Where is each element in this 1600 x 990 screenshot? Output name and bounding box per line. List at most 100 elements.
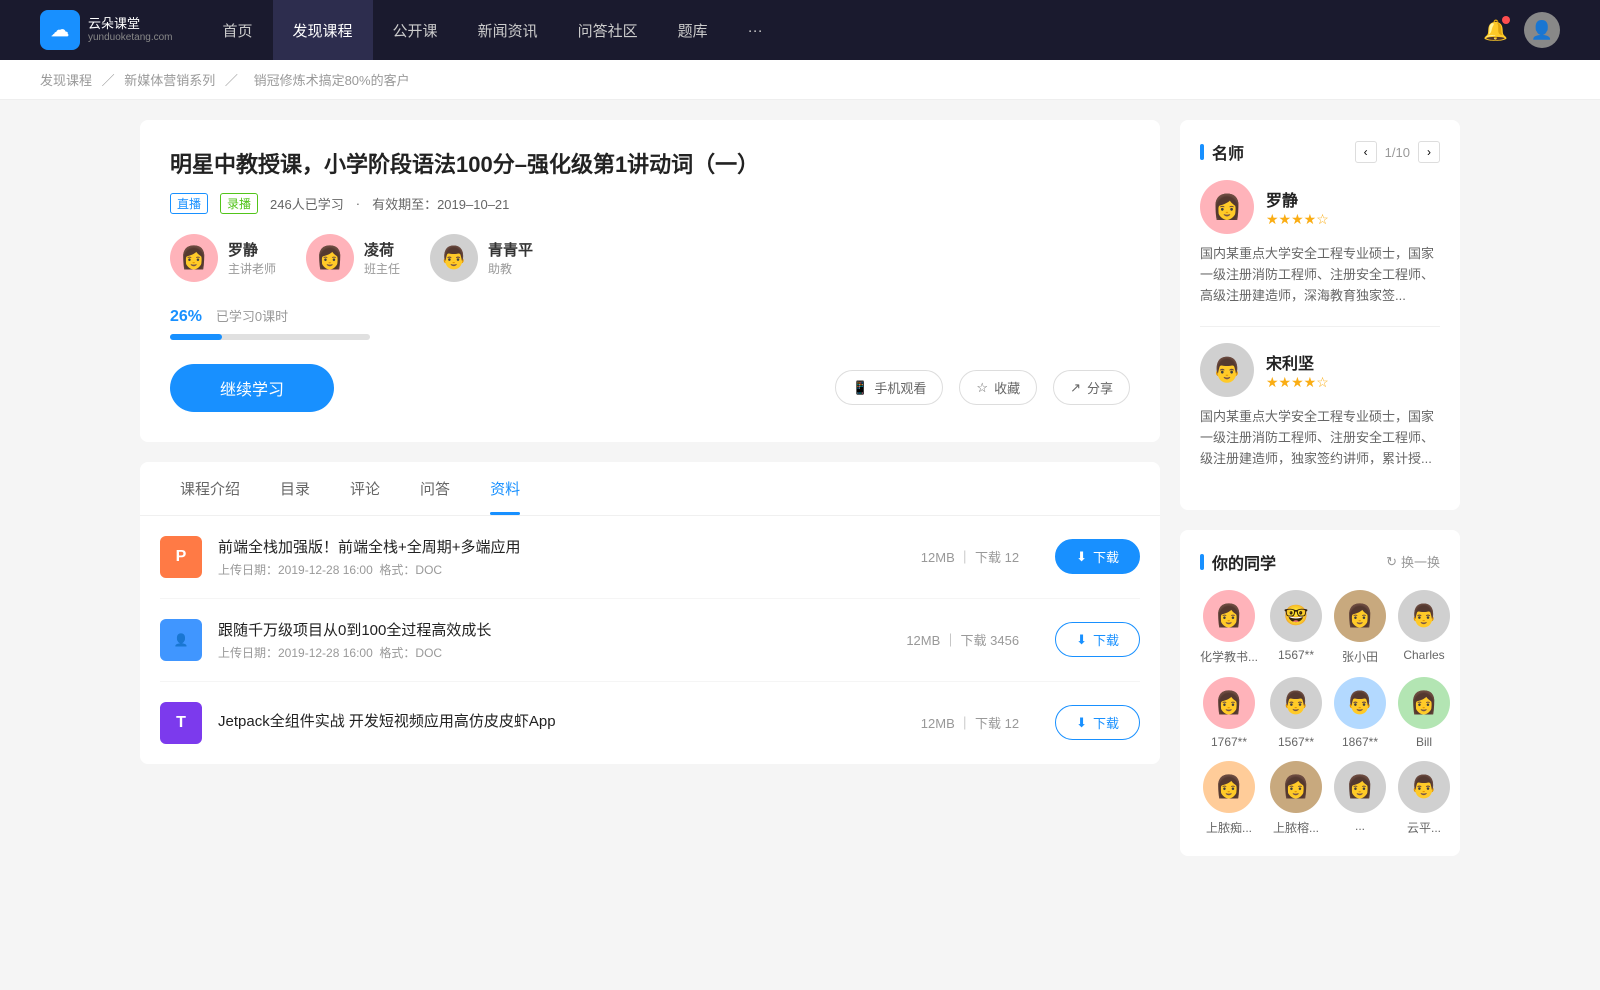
progress-bar-fill <box>170 334 222 340</box>
teacher-0: 👩 罗静 主讲老师 <box>170 234 276 282</box>
classmate-avatar-7: 👩 <box>1398 677 1450 729</box>
classmate-avatar-3: 👨 <box>1398 590 1450 642</box>
tab-reviews[interactable]: 评论 <box>330 462 400 515</box>
nav-item-discover[interactable]: 发现课程 <box>273 0 373 60</box>
resource-icon-0: P <box>160 536 202 578</box>
teacher-card-1: 👨 宋利坚 ★★★★☆ 国内某重点大学安全工程专业硕士，国家一级注册消防工程师、… <box>1200 343 1440 469</box>
teacher-card-avatar-1: 👨 <box>1200 343 1254 397</box>
nav-item-more[interactable]: ··· <box>728 0 783 60</box>
classmate-name-10: ... <box>1355 819 1365 833</box>
bell-icon[interactable]: 🔔 <box>1483 18 1508 43</box>
collect-button[interactable]: ☆ 收藏 <box>959 370 1037 405</box>
breadcrumb: 发现课程 ／ 新媒体营销系列 ／ 销冠修炼术搞定80%的客户 <box>0 60 1600 100</box>
resource-stats-2: 12MB ｜ 下载 12 <box>921 713 1019 732</box>
student-count: 246人已学习 <box>270 194 344 213</box>
resource-item: T Jetpack全组件实战 开发短视频应用高仿皮皮虾App 12MB ｜ 下载… <box>160 682 1140 764</box>
nav-item-news[interactable]: 新闻资讯 <box>458 0 558 60</box>
tab-qa[interactable]: 问答 <box>400 462 470 515</box>
share-button[interactable]: ↗ 分享 <box>1053 370 1130 405</box>
nav-items: 首页 发现课程 公开课 新闻资讯 问答社区 题库 ··· <box>203 0 1484 60</box>
teacher-card-avatar-0: 👩 <box>1200 180 1254 234</box>
teacher-stars-0: ★★★★☆ <box>1266 211 1329 228</box>
continue-button[interactable]: 继续学习 <box>170 364 334 412</box>
classmate-name-7: Bill <box>1416 735 1432 749</box>
classmate-avatar-11: 👨 <box>1398 761 1450 813</box>
download-button-2[interactable]: ⬇ 下载 <box>1055 705 1140 740</box>
classmate-4: 👩 1767** <box>1200 677 1258 749</box>
share-icon: ↗ <box>1070 380 1081 396</box>
teacher-card-desc-0: 国内某重点大学安全工程专业硕士，国家一级注册消防工程师、注册安全工程师、高级注册… <box>1200 244 1440 306</box>
classmate-avatar-0: 👩 <box>1203 590 1255 642</box>
teacher-role-2: 助教 <box>488 260 533 277</box>
star-icon: ☆ <box>976 380 988 396</box>
user-avatar-nav[interactable]: 👤 <box>1524 12 1560 48</box>
resource-stats-1: 12MB ｜ 下载 3456 <box>906 630 1019 649</box>
download-icon-0: ⬇ <box>1076 549 1087 565</box>
breadcrumb-link-1[interactable]: 发现课程 <box>40 73 92 88</box>
classmate-1: 🤓 1567** <box>1270 590 1322 665</box>
classmate-avatar-4: 👩 <box>1203 677 1255 729</box>
teacher-role-0: 主讲老师 <box>228 260 276 277</box>
refresh-icon: ↻ <box>1386 554 1397 570</box>
resource-list: P 前端全栈加强版！前端全栈+全周期+多端应用 上传日期：2019-12-28 … <box>140 516 1160 764</box>
next-teacher-button[interactable]: › <box>1418 141 1440 163</box>
tab-resources[interactable]: 资料 <box>470 462 540 515</box>
classmate-name-0: 化学教书... <box>1200 648 1258 665</box>
mobile-watch-button[interactable]: 📱 手机观看 <box>835 370 943 405</box>
resource-stats-0: 12MB ｜ 下载 12 <box>921 547 1019 566</box>
classmate-11: 👨 云平... <box>1398 761 1450 836</box>
classmate-name-2: 张小田 <box>1342 648 1378 665</box>
classmate-9: 👩 上脓榕... <box>1270 761 1322 836</box>
tab-intro[interactable]: 课程介绍 <box>160 462 260 515</box>
tabs-bar: 课程介绍 目录 评论 问答 资料 <box>140 462 1160 516</box>
logo[interactable]: ☁ 云朵课堂 yunduoketang.com <box>40 10 173 50</box>
classmate-2: 👩 张小田 <box>1334 590 1386 665</box>
nav-item-bank[interactable]: 题库 <box>658 0 728 60</box>
classmate-name-1: 1567** <box>1278 648 1314 662</box>
resource-name-0: 前端全栈加强版！前端全栈+全周期+多端应用 <box>218 536 905 557</box>
classmate-name-8: 上脓痴... <box>1206 819 1252 836</box>
logo-text: 云朵课堂 yunduoketang.com <box>88 16 173 44</box>
breadcrumb-link-2[interactable]: 新媒体营销系列 <box>124 73 215 88</box>
page-indicator: 1/10 <box>1385 145 1410 160</box>
nav-item-public[interactable]: 公开课 <box>373 0 458 60</box>
notification-dot <box>1502 16 1510 24</box>
classmate-6: 👨 1867** <box>1334 677 1386 749</box>
course-meta: 直播 录播 246人已学习 · 有效期至：2019–10–21 <box>170 193 1130 214</box>
separator: · <box>356 196 360 211</box>
nav-item-qa[interactable]: 问答社区 <box>558 0 658 60</box>
switch-button[interactable]: ↻ 换一换 <box>1386 552 1440 571</box>
teachers-list: 👩 罗静 主讲老师 👩 凌荷 班主任 👨 青青平 <box>170 234 1130 282</box>
main-layout: 明星中教授课，小学阶段语法100分–强化级第1讲动词（一） 直播 录播 246人… <box>100 100 1500 896</box>
divider <box>1200 326 1440 327</box>
download-button-1[interactable]: ⬇ 下载 <box>1055 622 1140 657</box>
resource-info-1: 跟随千万级项目从0到100全过程高效成长 上传日期：2019-12-28 16:… <box>218 619 890 661</box>
resource-icon-1: 👤 <box>160 619 202 661</box>
teacher-avatar-0: 👩 <box>170 234 218 282</box>
teacher-name-2: 青青平 <box>488 239 533 260</box>
teacher-card-0: 👩 罗静 ★★★★☆ 国内某重点大学安全工程专业硕士，国家一级注册消防工程师、注… <box>1200 180 1440 306</box>
teacher-card-desc-1: 国内某重点大学安全工程专业硕士，国家一级注册消防工程师、注册安全工程师、级注册建… <box>1200 407 1440 469</box>
nav-right: 🔔 👤 <box>1483 12 1560 48</box>
teachers-title: 名师 <box>1200 140 1355 164</box>
download-button-0[interactable]: ⬇ 下载 <box>1055 539 1140 574</box>
mobile-icon: 📱 <box>852 380 868 396</box>
resource-name-1: 跟随千万级项目从0到100全过程高效成长 <box>218 619 890 640</box>
resource-meta-0: 上传日期：2019-12-28 16:00 格式：DOC <box>218 561 905 578</box>
tag-record: 录播 <box>220 193 258 214</box>
tab-catalog[interactable]: 目录 <box>260 462 330 515</box>
resource-meta-1: 上传日期：2019-12-28 16:00 格式：DOC <box>218 644 890 661</box>
classmates-sidebar-card: 你的同学 ↻ 换一换 👩 化学教书... 🤓 1567** 👩 <box>1180 530 1460 856</box>
breadcrumb-current: 销冠修炼术搞定80%的客户 <box>254 73 410 88</box>
teachers-nav: ‹ 1/10 › <box>1355 141 1440 163</box>
teacher-avatar-2: 👨 <box>430 234 478 282</box>
prev-teacher-button[interactable]: ‹ <box>1355 141 1377 163</box>
course-title: 明星中教授课，小学阶段语法100分–强化级第1讲动词（一） <box>170 150 1130 181</box>
nav-item-home[interactable]: 首页 <box>203 0 273 60</box>
classmate-name-5: 1567** <box>1278 735 1314 749</box>
classmate-name-4: 1767** <box>1211 735 1247 749</box>
resource-info-0: 前端全栈加强版！前端全栈+全周期+多端应用 上传日期：2019-12-28 16… <box>218 536 905 578</box>
resource-item: P 前端全栈加强版！前端全栈+全周期+多端应用 上传日期：2019-12-28 … <box>160 516 1140 599</box>
logo-icon: ☁ <box>40 10 80 50</box>
progress-section: 26% 已学习0课时 <box>170 306 1130 340</box>
